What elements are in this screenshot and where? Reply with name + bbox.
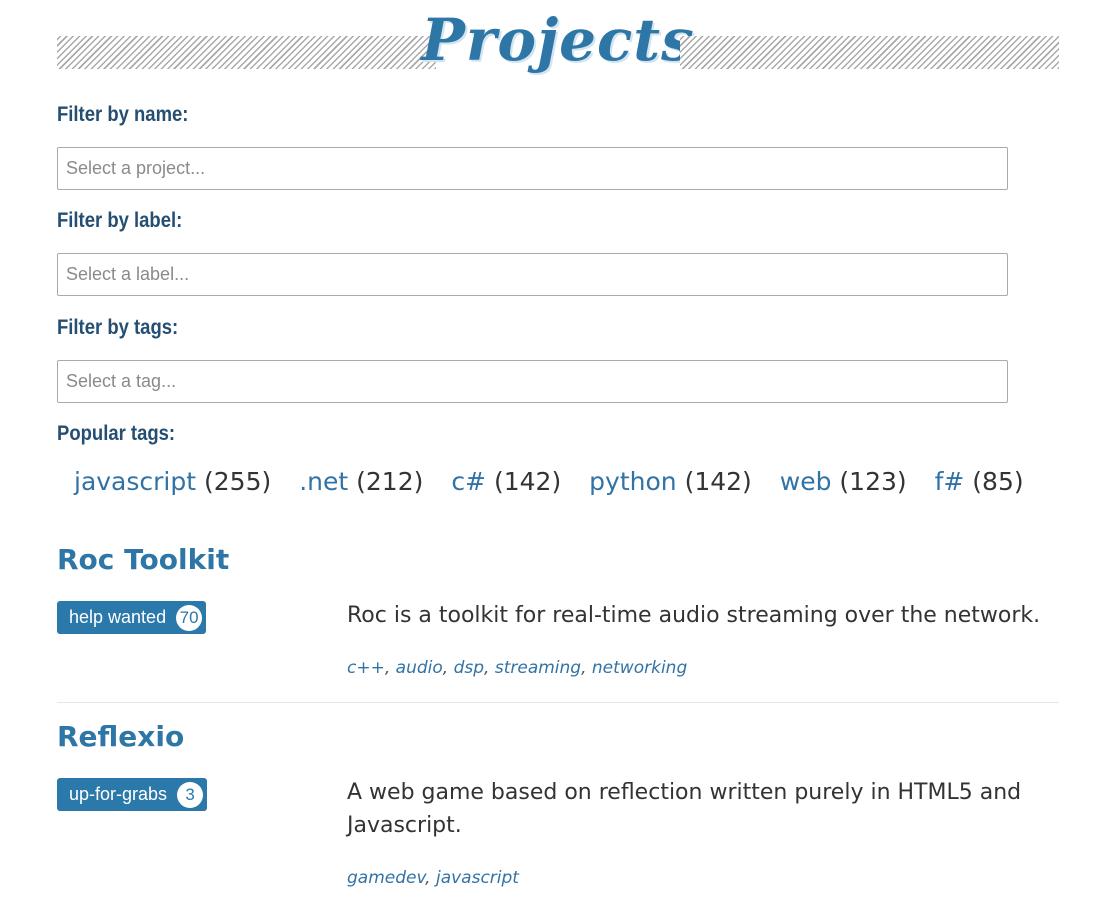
popular-tag-count: (123) bbox=[839, 467, 907, 496]
project-tag-link[interactable]: streaming bbox=[495, 658, 581, 678]
popular-tag: f# (85) bbox=[935, 467, 1024, 496]
label-filter-input[interactable] bbox=[57, 253, 1008, 296]
project-divider bbox=[57, 702, 1059, 703]
project-tags: gamedev, javascript bbox=[347, 868, 519, 888]
popular-tag: .net (212) bbox=[299, 467, 423, 496]
popular-tag-count: (85) bbox=[972, 467, 1024, 496]
popular-tag-link[interactable]: f# bbox=[935, 467, 965, 496]
project-tag-link[interactable]: audio bbox=[396, 658, 443, 678]
project-tag-link[interactable]: networking bbox=[592, 658, 687, 678]
badge-count: 3 bbox=[177, 781, 204, 808]
project-tag-link[interactable]: javascript bbox=[436, 868, 519, 888]
popular-tag-link[interactable]: python bbox=[589, 467, 676, 496]
project-description: Roc is a toolkit for real-time audio str… bbox=[347, 603, 1041, 628]
popular-tag-count: (142) bbox=[684, 467, 752, 496]
tag-filter-input[interactable] bbox=[57, 360, 1008, 403]
popular-tag: javascript (255) bbox=[74, 467, 271, 496]
help-wanted-label-badge[interactable]: help wanted 70 bbox=[57, 601, 207, 634]
hatch-decoration-right bbox=[680, 36, 1059, 69]
popular-tag-count: (255) bbox=[204, 467, 272, 496]
project-tag-link[interactable]: c++ bbox=[347, 658, 385, 678]
up-for-grabs-label-badge[interactable]: up-for-grabs 3 bbox=[57, 778, 208, 811]
popular-tag-count: (212) bbox=[356, 467, 424, 496]
popular-tag-link[interactable]: .net bbox=[299, 467, 348, 496]
popular-tags-label: Popular tags: bbox=[57, 422, 176, 445]
filter-tags-label: Filter by tags: bbox=[57, 316, 179, 339]
popular-tags-list: javascript (255) .net (212) c# (142) pyt… bbox=[74, 467, 1044, 496]
project-name-filter-input[interactable] bbox=[57, 147, 1008, 190]
popular-tag: python (142) bbox=[589, 467, 752, 496]
project-tag-link[interactable]: gamedev bbox=[347, 868, 425, 888]
popular-tag: web (123) bbox=[780, 467, 907, 496]
badge-label: up-for-grabs bbox=[69, 784, 168, 804]
popular-tag-count: (142) bbox=[493, 467, 562, 496]
projects-page: Projects Filter by name: Filter by label… bbox=[57, 0, 1059, 888]
project-title-roc-toolkit[interactable]: Roc Toolkit bbox=[57, 543, 229, 576]
popular-tag-link[interactable]: javascript bbox=[74, 467, 196, 496]
badge-count: 70 bbox=[176, 604, 203, 631]
filter-name-label: Filter by name: bbox=[57, 103, 189, 126]
popular-tag: c# (142) bbox=[451, 467, 561, 496]
page-header: Projects bbox=[57, 0, 1059, 106]
popular-tag-link[interactable]: c# bbox=[451, 467, 486, 496]
filter-label-label: Filter by label: bbox=[57, 209, 183, 232]
popular-tag-link[interactable]: web bbox=[780, 467, 832, 496]
project-description: A web game based on reflection written p… bbox=[347, 780, 1022, 838]
project-tag-link[interactable]: dsp bbox=[454, 658, 484, 678]
project-title-reflexio[interactable]: Reflexio bbox=[57, 720, 184, 753]
project-tags: c++, audio, dsp, streaming, networking bbox=[347, 658, 688, 678]
badge-label: help wanted bbox=[69, 607, 167, 627]
